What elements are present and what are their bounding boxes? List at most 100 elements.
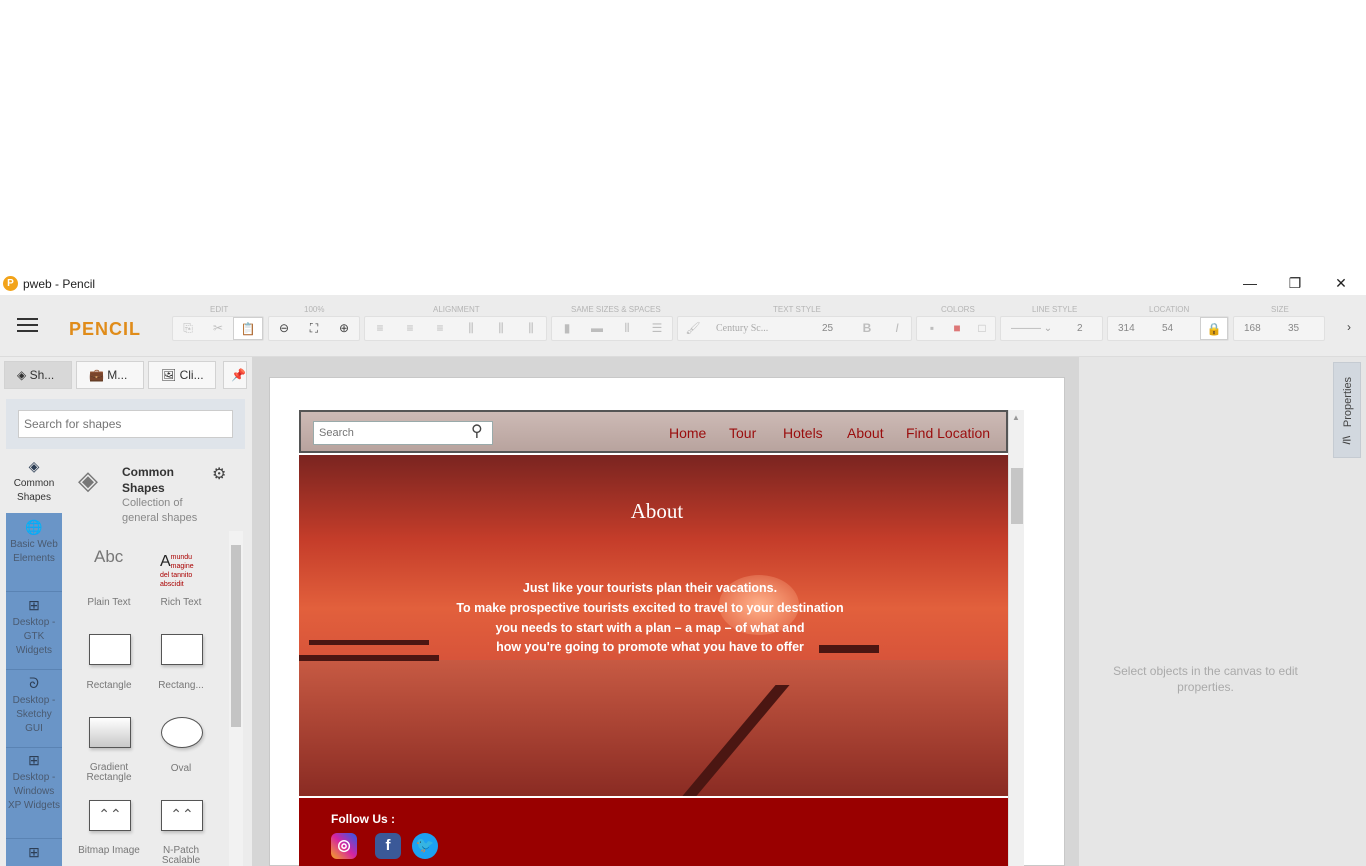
size-width-input[interactable]: 168 xyxy=(1238,317,1282,340)
n-patch-shape[interactable]: ⌃⌃ xyxy=(161,800,203,831)
bitmap-image-shape[interactable]: ⌃⌃ xyxy=(89,800,131,831)
mockup-hero-image[interactable]: About Just like your tourists plan their… xyxy=(299,455,1008,796)
nav-tour[interactable]: Tour xyxy=(729,425,756,441)
same-width-icon[interactable]: ▮ xyxy=(552,317,582,340)
zoom-out-icon[interactable]: ⊖ xyxy=(269,317,299,340)
rich-text-preview[interactable]: Amundu magine del tannito abscidit xyxy=(160,553,204,589)
grid-icon: ⊞ xyxy=(28,844,40,860)
pin-icon[interactable]: 📌 xyxy=(223,361,247,389)
category-basic-web-elements[interactable]: 🌐 Basic Web Elements xyxy=(6,520,62,592)
tab-shapes[interactable]: ◈ Sh... xyxy=(4,361,72,389)
size-height-input[interactable]: 35 xyxy=(1282,317,1326,340)
mockup-scrollbar-thumb[interactable] xyxy=(1011,468,1023,524)
alignment-group: ≡ ≡ ≡ ⫼ ⫼ ⫼ xyxy=(364,316,547,341)
grid-icon: ⊞ xyxy=(28,752,40,768)
tab-clipart[interactable]: 🖼 Cli... xyxy=(148,361,216,389)
line-style-select[interactable]: ――― ⌄ xyxy=(1005,317,1063,340)
rectangle-2-shape[interactable] xyxy=(161,634,203,665)
align-left-icon[interactable]: ≡ xyxy=(365,317,395,340)
text-style-group-label: TEXT STYLE xyxy=(773,305,821,314)
copy-icon[interactable]: ⎘ xyxy=(173,317,203,340)
nav-about[interactable]: About xyxy=(847,425,884,441)
cut-icon[interactable]: ✂ xyxy=(203,317,233,340)
layers-icon: ◈ xyxy=(17,368,30,382)
facebook-icon[interactable]: f xyxy=(375,833,401,859)
category-common-shapes[interactable]: ◈ Common Shapes xyxy=(6,457,62,513)
main-toolbar: PENCIL EDIT ⎘ ✂ 📋 100% ⊖ ⛶ ⊕ ALIGNMENT ≡… xyxy=(0,295,1366,357)
properties-panel: Select objects in the canvas to edit pro… xyxy=(1079,357,1366,866)
italic-icon[interactable]: I xyxy=(882,317,912,340)
align-bottom-icon[interactable]: ⫼ xyxy=(516,317,546,340)
space-horizontal-icon[interactable]: ⫴ xyxy=(612,317,642,340)
hero-title: About xyxy=(630,499,684,523)
rectangle-shape[interactable] xyxy=(89,634,131,665)
line-width-input[interactable]: 2 xyxy=(1071,317,1101,340)
bold-icon[interactable]: B xyxy=(852,317,882,340)
web-mockup[interactable]: ⚲ Home Tour Hotels About Find Location A… xyxy=(299,410,1024,866)
close-button[interactable]: ✕ xyxy=(1318,272,1364,295)
toolbar-more-icon[interactable]: › xyxy=(1336,316,1362,339)
mockup-scrollbar[interactable]: ▲ xyxy=(1008,410,1024,866)
minimize-button[interactable]: — xyxy=(1227,272,1273,295)
plain-text-label: Plain Text xyxy=(87,597,131,608)
align-center-icon[interactable]: ≡ xyxy=(395,317,425,340)
category-more[interactable]: ⊞ xyxy=(6,845,62,866)
zoom-in-icon[interactable]: ⊕ xyxy=(329,317,359,340)
fit-screen-icon[interactable]: ⛶ xyxy=(299,317,329,340)
app-brand: PENCIL xyxy=(69,319,142,339)
mockup-search-input[interactable] xyxy=(313,421,493,445)
align-top-icon[interactable]: ⫼ xyxy=(456,317,486,340)
shape-search-input[interactable] xyxy=(18,410,233,438)
align-right-icon[interactable]: ≡ xyxy=(425,317,455,340)
menu-icon[interactable] xyxy=(17,318,38,333)
space-vertical-icon[interactable]: ☰ xyxy=(642,317,672,340)
search-icon[interactable]: ⚲ xyxy=(471,421,483,441)
stroke-color-icon[interactable]: □ xyxy=(967,317,997,340)
tab-my-collections[interactable]: 💼 M... xyxy=(76,361,144,389)
location-y-input[interactable]: 54 xyxy=(1156,317,1200,340)
font-family-select[interactable]: Century Sc... xyxy=(710,317,810,340)
edit-group: ⎘ ✂ 📋 xyxy=(172,316,264,341)
twitter-icon[interactable]: 🐦 xyxy=(412,833,438,859)
paste-icon[interactable]: 📋 xyxy=(233,317,263,340)
properties-hint: Select objects in the canvas to edit pro… xyxy=(1113,664,1298,694)
oval-shape[interactable] xyxy=(161,717,203,748)
line-style-group: ――― ⌄ 2 xyxy=(1000,316,1103,341)
lock-icon[interactable]: 🔒 xyxy=(1200,317,1228,340)
collection-title: Common Shapes xyxy=(122,465,174,495)
gradient-rectangle-label: Gradient Rectangle xyxy=(86,762,132,783)
category-gtk-widgets[interactable]: ⊞ Desktop - GTK Widgets xyxy=(6,598,62,670)
collection-layers-icon: ◈ xyxy=(78,465,98,495)
gradient-rectangle-shape[interactable] xyxy=(89,717,131,748)
instagram-icon[interactable]: ◎ xyxy=(331,833,357,859)
nav-hotels[interactable]: Hotels xyxy=(783,425,823,441)
window-title: pweb - Pencil xyxy=(23,277,96,291)
follow-us-label: Follow Us : xyxy=(331,812,395,826)
gear-icon[interactable]: ⚙ xyxy=(212,464,226,484)
window-titlebar: P pweb - Pencil — ❐ ✕ xyxy=(0,272,1366,295)
mockup-navbar[interactable]: ⚲ Home Tour Hotels About Find Location xyxy=(299,410,1008,453)
grid-icon: ⊞ xyxy=(28,597,40,613)
n-patch-label: N-Patch Scalable xyxy=(161,845,201,866)
rich-text-label: Rich Text xyxy=(160,597,202,608)
category-sketchy-gui[interactable]: ᘐ Desktop - Sketchy GUI xyxy=(6,676,62,748)
format-painter-icon[interactable]: 🖌 xyxy=(678,317,708,340)
nav-find-location[interactable]: Find Location xyxy=(906,425,990,441)
align-middle-icon[interactable]: ⫼ xyxy=(486,317,516,340)
scrollbar-thumb[interactable] xyxy=(231,545,241,727)
same-height-icon[interactable]: ▬ xyxy=(582,317,612,340)
colors-group: ▪ ■ □ xyxy=(916,316,996,341)
plain-text-preview[interactable]: Abc xyxy=(94,547,123,567)
restore-button[interactable]: ❐ xyxy=(1272,272,1318,295)
nav-home[interactable]: Home xyxy=(669,425,706,441)
mockup-footer[interactable]: Follow Us : ◎ f 🐦 xyxy=(299,798,1008,866)
properties-tab[interactable]: Properties ⚟ xyxy=(1333,362,1361,458)
category-windows-xp-widgets[interactable]: ⊞ Desktop - Windows XP Widgets xyxy=(6,753,62,839)
scroll-up-icon[interactable]: ▲ xyxy=(1012,413,1020,422)
shapes-panel: ◈ Sh... 💼 M... 🖼 Cli... 📌 ◈Common Shapes… xyxy=(0,357,253,866)
shapes-scrollbar[interactable] xyxy=(229,531,243,866)
size-group: 168 35 xyxy=(1233,316,1325,341)
location-x-input[interactable]: 314 xyxy=(1112,317,1156,340)
shape-search-area xyxy=(6,399,245,449)
layers-icon: ◈ xyxy=(28,458,40,474)
